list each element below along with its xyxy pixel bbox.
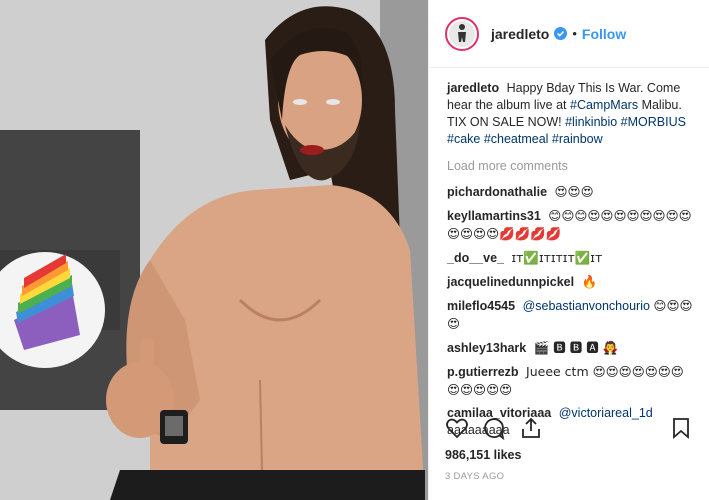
comments-section: jaredleto Happy Bday This Is War. Come h… — [429, 68, 709, 439]
comment-text: 😍😍😍 — [554, 184, 594, 199]
comment-text: 🎬 🅱 🅱 🅰 🧛 — [533, 340, 619, 355]
avatar-image — [449, 20, 475, 47]
comment-username[interactable]: p.gutierrezb — [447, 365, 519, 379]
comment-username[interactable]: _do__ve_ — [447, 251, 504, 265]
post-actions — [445, 414, 693, 442]
comment-username[interactable]: keyllamartins31 — [447, 209, 541, 223]
share-icon[interactable] — [519, 416, 543, 440]
caption-hashtag-campmars[interactable]: #CampMars — [570, 98, 638, 112]
follow-button[interactable]: Follow — [582, 26, 626, 42]
post-sidebar: jaredleto • Follow jaredleto Happy Bday … — [428, 0, 709, 500]
heart-icon[interactable] — [445, 416, 469, 440]
separator-dot: • — [572, 26, 577, 41]
post-photo[interactable] — [0, 0, 428, 500]
avatar[interactable] — [445, 16, 479, 51]
post-timestamp[interactable]: 3 DAYS AGO — [445, 471, 504, 482]
likes-count[interactable]: 986,151 likes — [445, 448, 521, 462]
comment-row: p.gutierrezb Jueee ctm 😍😍😍😍😍😍😍😍😍😍😍😍 — [447, 363, 693, 399]
load-more-comments-button[interactable]: Load more comments — [447, 158, 693, 175]
comment-username[interactable]: jacquelinedunnpickel — [447, 275, 574, 289]
comment-text: 🔥 — [581, 274, 598, 289]
photo-illustration — [0, 0, 428, 500]
post-header: jaredleto • Follow — [429, 0, 709, 68]
comment-text: ɪᴛ✅ɪᴛɪᴛɪᴛ✅ɪᴛ — [511, 250, 603, 265]
post-caption: jaredleto Happy Bday This Is War. Come h… — [447, 80, 693, 148]
comment-mention[interactable]: @sebastianvonchourio — [523, 299, 650, 313]
verified-badge-icon — [554, 27, 568, 40]
caption-username[interactable]: jaredleto — [447, 81, 499, 95]
avatar-figure-icon — [458, 23, 466, 42]
comment-username[interactable]: ashley13hark — [447, 341, 526, 355]
comment-row: mileflo4545 @sebastianvonchourio 😊😍😍😍 — [447, 297, 693, 333]
comment-row: jacquelinedunnpickel 🔥 — [447, 273, 693, 291]
comment-row: _do__ve_ ɪᴛ✅ɪᴛɪᴛɪᴛ✅ɪᴛ — [447, 249, 693, 267]
comment-username[interactable]: pichardonathalie — [447, 185, 547, 199]
comment-row: ashley13hark 🎬 🅱 🅱 🅰 🧛 — [447, 339, 693, 357]
header-username[interactable]: jaredleto — [491, 26, 549, 42]
bookmark-icon[interactable] — [669, 416, 693, 440]
comment-username[interactable]: mileflo4545 — [447, 299, 515, 313]
comment-row: pichardonathalie 😍😍😍 — [447, 183, 693, 201]
comment-bubble-icon[interactable] — [482, 416, 506, 440]
comment-row: keyllamartins31 😊😊😊😍😍😍😍😍😍😍😍😍😍😍😍💋💋💋💋 — [447, 207, 693, 243]
